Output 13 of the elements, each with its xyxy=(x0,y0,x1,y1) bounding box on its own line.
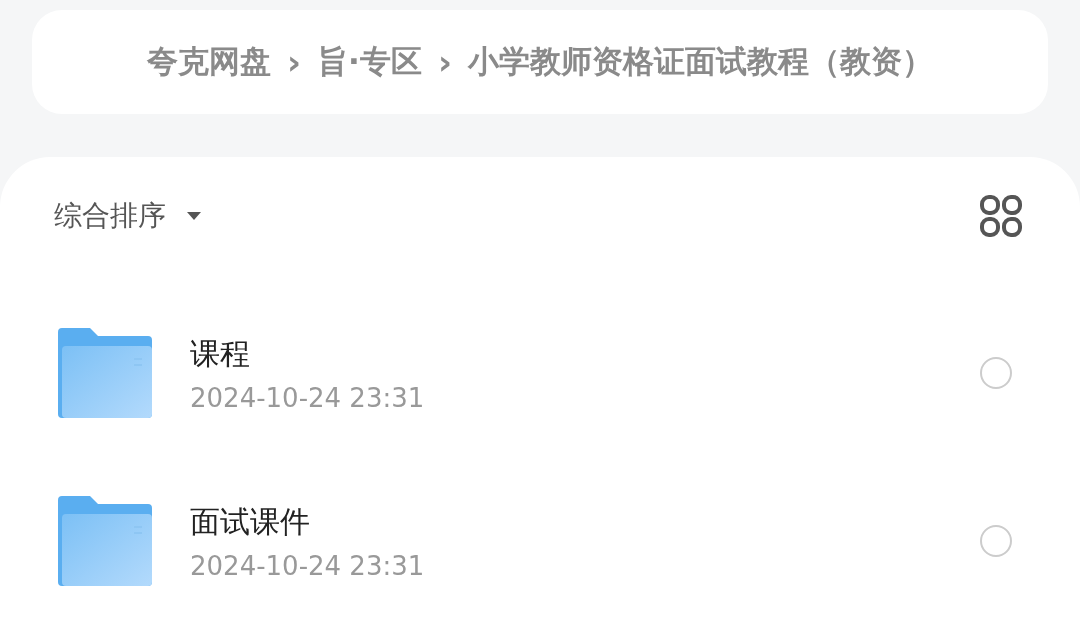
folder-name[interactable]: 课程 xyxy=(190,333,250,375)
folder-name[interactable]: 面试课件 xyxy=(190,501,310,543)
modified-date: 2024-10-24 23:31 xyxy=(190,382,425,413)
breadcrumb-separator: › xyxy=(437,42,452,82)
folder-icon xyxy=(58,496,152,586)
breadcrumb-separator: › xyxy=(287,42,302,82)
select-radio[interactable] xyxy=(980,357,1012,389)
sort-dropdown[interactable]: 综合排序 xyxy=(54,197,202,235)
folder-icon xyxy=(58,328,152,418)
select-radio[interactable] xyxy=(980,525,1012,557)
grid-view-icon[interactable] xyxy=(980,195,1022,237)
modified-date: 2024-10-24 23:31 xyxy=(190,550,425,581)
caret-icon xyxy=(186,211,202,221)
